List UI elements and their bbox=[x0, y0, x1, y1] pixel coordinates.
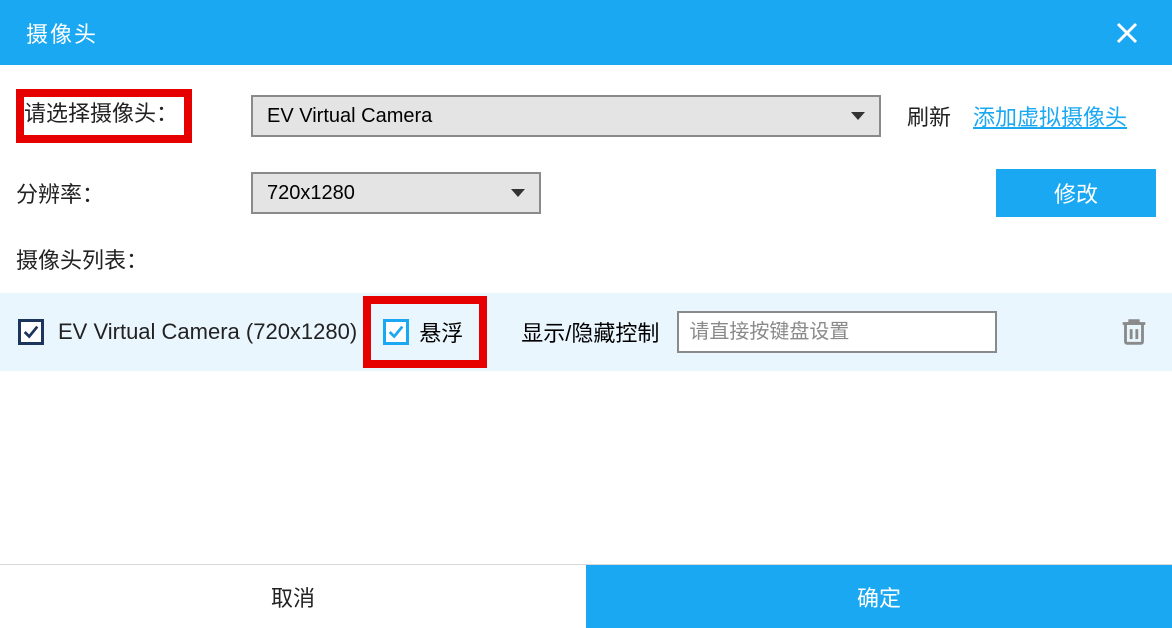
resolution-dropdown[interactable]: 720x1280 bbox=[251, 172, 541, 214]
camera-enable-checkbox[interactable] bbox=[18, 319, 44, 345]
ok-button[interactable]: 确定 bbox=[586, 565, 1172, 628]
float-highlight-box: 悬浮 bbox=[363, 296, 487, 368]
refresh-button[interactable]: 刷新 bbox=[907, 100, 951, 132]
chevron-down-icon bbox=[851, 112, 865, 120]
camera-list-item: EV Virtual Camera (720x1280) 悬浮 显示/隐藏控制 bbox=[0, 293, 1172, 371]
cancel-button[interactable]: 取消 bbox=[0, 565, 586, 628]
delete-button[interactable] bbox=[1114, 312, 1154, 352]
row-resolution: 分辨率： 720x1280 修改 bbox=[16, 169, 1156, 217]
camera-dropdown-value: EV Virtual Camera bbox=[267, 105, 432, 128]
float-checkbox[interactable] bbox=[383, 319, 409, 345]
camera-dropdown[interactable]: EV Virtual Camera bbox=[251, 95, 881, 137]
content-area: 请选择摄像头： EV Virtual Camera 刷新 添加虚拟摄像头 分辨率… bbox=[0, 65, 1172, 371]
row-select-camera: 请选择摄像头： EV Virtual Camera 刷新 添加虚拟摄像头 bbox=[16, 89, 1156, 143]
check-icon bbox=[22, 323, 40, 341]
shortcut-key-input[interactable] bbox=[677, 311, 997, 353]
footer: 取消 确定 bbox=[0, 564, 1172, 628]
show-hide-control-label: 显示/隐藏控制 bbox=[521, 316, 659, 348]
label-col: 请选择摄像头： bbox=[16, 89, 251, 143]
resolution-dropdown-value: 720x1280 bbox=[267, 182, 355, 205]
close-button[interactable] bbox=[1108, 14, 1146, 52]
close-icon bbox=[1115, 21, 1139, 45]
chevron-down-icon bbox=[511, 189, 525, 197]
titlebar: 摄像头 bbox=[0, 0, 1172, 65]
add-virtual-camera-link[interactable]: 添加虚拟摄像头 bbox=[973, 100, 1127, 132]
select-camera-label: 请选择摄像头： bbox=[16, 89, 192, 143]
resolution-label: 分辨率： bbox=[16, 177, 251, 209]
window-title: 摄像头 bbox=[26, 17, 98, 49]
check-icon bbox=[387, 323, 405, 341]
modify-button[interactable]: 修改 bbox=[996, 169, 1156, 217]
float-label: 悬浮 bbox=[419, 316, 463, 348]
camera-list-label: 摄像头列表： bbox=[16, 243, 1156, 275]
camera-item-name: EV Virtual Camera (720x1280) bbox=[58, 319, 357, 345]
trash-icon bbox=[1117, 315, 1151, 349]
